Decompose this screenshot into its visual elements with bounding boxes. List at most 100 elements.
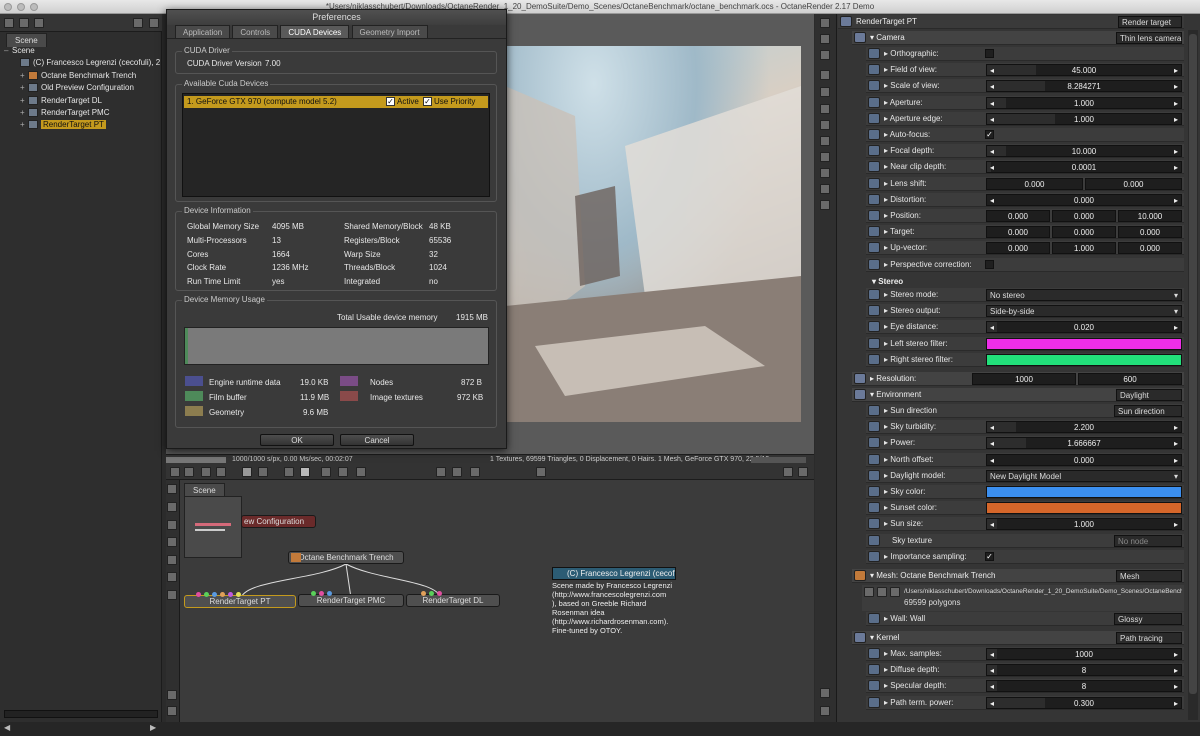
value-slider[interactable]: ◂ 8.284271 ▸ <box>986 80 1182 93</box>
value-slider[interactable]: ◂ 1.000 ▸ <box>986 112 1182 125</box>
outliner-item-rt-dl[interactable]: + RenderTarget DL <box>20 95 102 107</box>
slider-decrement-icon[interactable]: ◂ <box>990 195 994 206</box>
reload-icon[interactable] <box>864 587 874 597</box>
edit-icon[interactable] <box>890 587 900 597</box>
dropdown[interactable]: No stereo ▾ <box>986 289 1182 301</box>
value-field[interactable]: 0.000 <box>1052 226 1116 239</box>
tab-application[interactable]: Application <box>175 25 231 38</box>
device-row[interactable]: 1. GeForce GTX 970 (compute model 5.2) ✓… <box>184 96 488 108</box>
inspector-tool-icon[interactable] <box>820 18 830 28</box>
outliner-refresh-icon[interactable] <box>34 18 44 28</box>
slider-decrement-icon[interactable]: ◂ <box>990 455 994 466</box>
material-dropdown[interactable]: Glossy <box>1114 613 1182 625</box>
value-field[interactable]: 0.000 <box>1118 226 1182 239</box>
slider-decrement-icon[interactable]: ◂ <box>990 81 994 92</box>
slider-increment-icon[interactable]: ▸ <box>1174 65 1178 76</box>
checkbox[interactable]: ✓ <box>985 130 994 139</box>
render-image[interactable] <box>505 46 801 422</box>
scroll-left-icon[interactable]: ◀ <box>4 723 10 732</box>
render-settings-wrench-icon[interactable] <box>783 467 793 477</box>
node-rendertarget-pt[interactable]: RenderTarget PT <box>184 595 296 608</box>
color-swatch[interactable] <box>986 337 1182 350</box>
export-icon[interactable] <box>536 467 546 477</box>
dropdown[interactable]: New Daylight Model ▾ <box>986 469 1182 482</box>
picker-icon[interactable] <box>470 467 480 477</box>
outliner-nodes-icon[interactable] <box>19 18 29 28</box>
value-field[interactable]: 0.000 <box>986 226 1050 239</box>
slider-decrement-icon[interactable]: ◂ <box>990 519 994 530</box>
value-field[interactable]: 0.000 <box>986 242 1050 255</box>
slider-decrement-icon[interactable]: ◂ <box>990 322 994 333</box>
render-fullscreen-icon[interactable] <box>798 467 808 477</box>
outliner-item-trench[interactable]: + Octane Benchmark Trench <box>20 70 136 82</box>
scroll-right-icon[interactable]: ▶ <box>150 723 156 732</box>
inspector-tool-icon[interactable] <box>820 168 830 178</box>
tab-cuda-devices[interactable]: CUDA Devices <box>280 25 350 38</box>
restart-icon[interactable] <box>258 467 268 477</box>
slider-increment-icon[interactable]: ▸ <box>1174 114 1178 125</box>
outliner-item-scene[interactable]: – Scene <box>4 45 35 57</box>
slider-increment-icon[interactable]: ▸ <box>1174 195 1178 206</box>
inspector-tool-icon[interactable] <box>820 152 830 162</box>
tab-geometry-import[interactable]: Geometry Import <box>351 25 428 38</box>
value-field[interactable]: 0.000 <box>1052 210 1116 222</box>
resolution-height-field[interactable]: 600 <box>1078 373 1182 385</box>
mesh-type-dropdown[interactable]: Mesh <box>1116 570 1182 582</box>
slider-increment-icon[interactable]: ▸ <box>1174 322 1178 333</box>
inspector-tool-icon[interactable] <box>820 50 830 60</box>
value-slider[interactable]: ◂ 10.000 ▸ <box>986 145 1182 158</box>
use-priority-checkbox[interactable]: ✓ <box>423 97 432 106</box>
checkbox[interactable] <box>985 49 994 58</box>
value-field[interactable]: 10.000 <box>1118 210 1182 222</box>
clay-mode-icon[interactable] <box>356 467 366 477</box>
inspector-tool-icon[interactable] <box>820 34 830 44</box>
slider-increment-icon[interactable]: ▸ <box>1174 81 1178 92</box>
slider-decrement-icon[interactable]: ◂ <box>990 681 994 692</box>
dropdown[interactable]: Sun direction <box>1114 405 1182 417</box>
color-swatch[interactable] <box>986 353 1182 366</box>
color-swatch[interactable] <box>986 486 1182 498</box>
value-slider[interactable]: ◂ 1.666667 ▸ <box>986 437 1182 450</box>
slider-increment-icon[interactable]: ▸ <box>1174 422 1178 433</box>
value-field[interactable]: 0.000 <box>986 210 1050 222</box>
node-rendertarget-dl[interactable]: RenderTarget DL <box>406 594 500 607</box>
slider-increment-icon[interactable]: ▸ <box>1174 519 1178 530</box>
stop-icon[interactable] <box>242 467 252 477</box>
value-slider[interactable]: ◂ 0.000 ▸ <box>986 193 1182 206</box>
value-field[interactable]: 0.000 <box>1085 177 1182 190</box>
slider-decrement-icon[interactable]: ◂ <box>990 422 994 433</box>
value-slider[interactable]: ◂ 0.0001 ▸ <box>986 161 1182 174</box>
camera-type-dropdown[interactable]: Thin lens camera <box>1116 32 1182 44</box>
checkbox[interactable]: ✓ <box>985 551 994 561</box>
outliner-hscrollbar[interactable] <box>4 710 158 718</box>
node-octane-benchmark-trench[interactable]: Octane Benchmark Trench <box>288 551 404 564</box>
slider-increment-icon[interactable]: ▸ <box>1174 146 1178 157</box>
lock-icon[interactable] <box>321 467 331 477</box>
outliner-item-rt-pt[interactable]: + RenderTarget PT <box>20 119 106 131</box>
dropdown[interactable]: Side-by-side ▾ <box>986 305 1182 318</box>
kernel-type-dropdown[interactable]: Path tracing <box>1116 632 1182 644</box>
slider-decrement-icon[interactable]: ◂ <box>990 146 994 157</box>
inspector-wrench-icon[interactable] <box>820 688 830 698</box>
inspector-tool-icon[interactable] <box>820 200 830 210</box>
inspector-tool-icon[interactable] <box>820 104 830 114</box>
outliner-list-icon[interactable] <box>4 18 14 28</box>
slider-increment-icon[interactable]: ▸ <box>1174 649 1178 660</box>
color-swatch[interactable] <box>986 502 1182 515</box>
value-slider[interactable]: ◂ 1000 ▸ <box>986 648 1182 660</box>
camera-reset-icon[interactable] <box>170 467 180 477</box>
inspector-fullscreen-icon[interactable] <box>820 706 830 716</box>
node-graph-editor[interactable]: Scene ew Configuration Octane Benchmark … <box>166 480 814 722</box>
tab-controls[interactable]: Controls <box>232 25 279 38</box>
outliner-item-preview[interactable]: + Old Preview Configuration <box>20 82 134 94</box>
resolution-width-field[interactable]: 1000 <box>972 373 1076 385</box>
save-image-icon[interactable] <box>452 467 462 477</box>
inspector-tool-icon[interactable] <box>820 87 830 97</box>
value-field[interactable]: 0.000 <box>986 177 1083 190</box>
slider-decrement-icon[interactable]: ◂ <box>990 649 994 660</box>
slider-increment-icon[interactable]: ▸ <box>1174 681 1178 692</box>
value-slider[interactable]: ◂ 45.000 ▸ <box>986 64 1182 77</box>
wrench-icon[interactable] <box>133 18 143 28</box>
value-field[interactable]: 1.000 <box>1052 242 1116 255</box>
slider-increment-icon[interactable]: ▸ <box>1174 98 1178 109</box>
